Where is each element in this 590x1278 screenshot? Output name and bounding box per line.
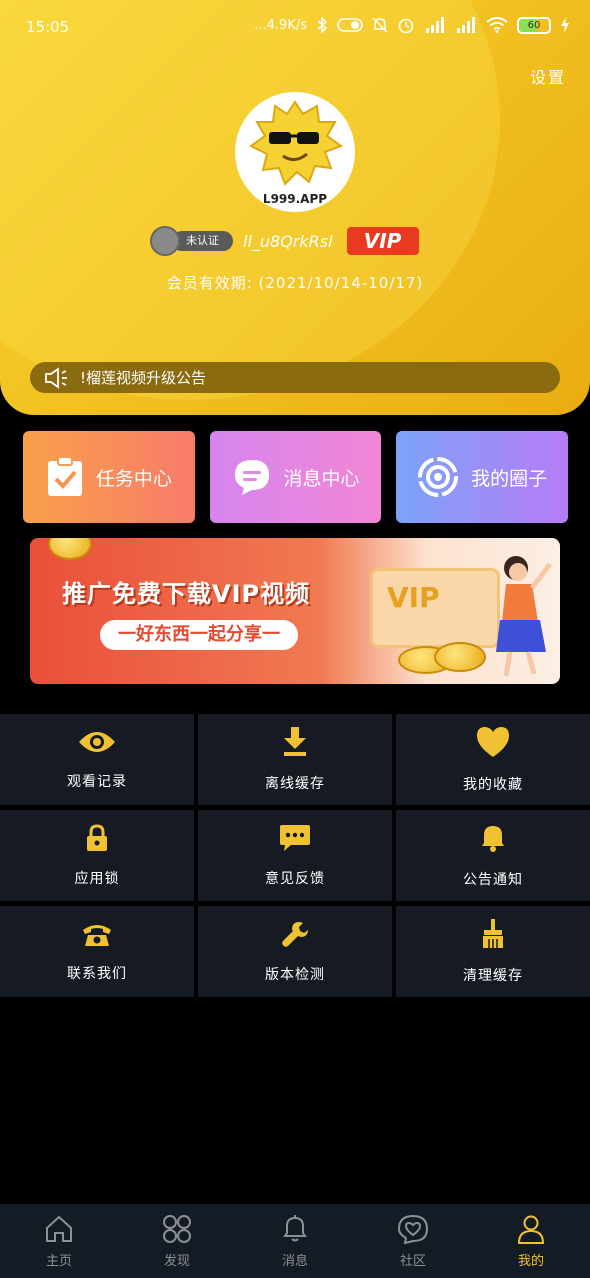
discover-icon (163, 1214, 191, 1243)
wrench-icon (282, 921, 308, 947)
avatar[interactable]: L999.APP (235, 92, 355, 212)
status-bar: 15:05 ...4.9K/s 60 (0, 0, 590, 56)
status-icons: ...4.9K/s 60 (254, 16, 570, 34)
download-icon (284, 726, 306, 756)
promo-banner[interactable]: 推广免费下载VIP视频 一好东西一起分享一 VIP (30, 538, 560, 684)
username: ll_u8QrkRsl (243, 231, 333, 251)
toggle-icon (337, 18, 363, 32)
banner-vip-text: VIP (387, 581, 440, 614)
clipboard-check-icon (47, 456, 82, 496)
watch-history-tile[interactable]: 观看记录 (0, 714, 194, 805)
heart-icon (477, 726, 509, 757)
status-time: 15:05 (26, 18, 70, 36)
message-center-card[interactable]: 消息中心 (209, 431, 382, 523)
my-circle-card[interactable]: 我的圈子 (396, 431, 569, 523)
tab-discover[interactable]: 发现 (118, 1204, 236, 1278)
menu-grid: 观看记录 离线缓存 我的收藏 应用锁 意见反馈 公告通知 联系我们 版本检测 清… (0, 714, 590, 997)
mini-avatar (150, 226, 180, 256)
tab-home-label: 主页 (45, 1253, 72, 1269)
tab-messages-label: 消息 (281, 1253, 308, 1269)
profile-header: 15:05 ...4.9K/s 60 设置 L999.APP 未认证 ll_u8… (0, 0, 590, 415)
feedback-icon (280, 824, 310, 851)
announcement-bar[interactable]: !榴莲视频升级公告 (30, 362, 560, 393)
tab-community-label: 社区 (399, 1253, 426, 1269)
bluetooth-icon (317, 17, 328, 33)
circle-target-icon (418, 457, 459, 497)
bell-icon (482, 825, 504, 852)
coin-decoration (48, 538, 92, 560)
notifications-tile[interactable]: 公告通知 (396, 810, 590, 901)
eye-icon (79, 731, 115, 752)
tab-profile[interactable]: 我的 (472, 1204, 590, 1278)
contact-us-tile[interactable]: 联系我们 (0, 906, 194, 997)
home-icon (46, 1215, 72, 1242)
tab-home[interactable]: 主页 (0, 1204, 118, 1278)
girl-illustration (496, 556, 552, 677)
watch-history-label: 观看记录 (67, 773, 127, 790)
bottom-tab-bar: 主页 发现 消息 社区 我的 (0, 1204, 590, 1278)
version-check-tile[interactable]: 版本检测 (198, 906, 392, 997)
community-icon (397, 1214, 429, 1244)
message-center-label: 消息中心 (283, 467, 360, 490)
my-favorites-tile[interactable]: 我的收藏 (396, 714, 590, 805)
battery-indicator: 60 (517, 16, 551, 34)
announcement-text: !榴莲视频升级公告 (80, 369, 207, 387)
chat-bubble-icon (234, 460, 269, 495)
clear-cache-tile[interactable]: 清理缓存 (396, 906, 590, 997)
my-favorites-label: 我的收藏 (463, 776, 523, 793)
feedback-label: 意见反馈 (265, 870, 325, 887)
tab-messages[interactable]: 消息 (236, 1204, 354, 1278)
network-speed: ...4.9K/s (254, 17, 307, 33)
telephone-icon (83, 924, 111, 946)
bell-icon (283, 1214, 307, 1241)
signal-icon (426, 17, 444, 33)
tab-profile-label: 我的 (517, 1253, 544, 1269)
task-center-label: 任务中心 (95, 467, 172, 490)
avatar-caption: L999.APP (262, 192, 328, 206)
notifications-label: 公告通知 (463, 871, 523, 888)
offline-cache-tile[interactable]: 离线缓存 (198, 714, 392, 805)
alarm-icon (398, 18, 414, 34)
tab-community[interactable]: 社区 (354, 1204, 472, 1278)
profile-page: 15:05 ...4.9K/s 60 设置 L999.APP 未认证 ll_u8… (0, 0, 590, 1278)
banner-title: 推广免费下载VIP视频 (62, 580, 311, 608)
charging-icon (561, 17, 569, 33)
feedback-tile[interactable]: 意见反馈 (198, 810, 392, 901)
contact-us-label: 联系我们 (67, 965, 127, 982)
tab-discover-label: 发现 (163, 1253, 190, 1269)
settings-link[interactable]: 设置 (530, 64, 566, 88)
app-lock-label: 应用锁 (74, 870, 120, 887)
membership-validity: 会员有效期: (2021/10/14-10/17) (166, 274, 424, 292)
my-circle-label: 我的圈子 (471, 467, 548, 490)
broom-icon (483, 918, 503, 948)
user-info-row: 未认证 ll_u8QrkRsl VIP (150, 226, 419, 256)
banner-subtitle: 一好东西一起分享一 (100, 620, 298, 650)
task-center-card[interactable]: 任务中心 (23, 431, 195, 523)
signal-icon (457, 17, 475, 33)
lock-icon (87, 823, 107, 851)
offline-cache-label: 离线缓存 (265, 775, 325, 792)
user-icon (517, 1215, 545, 1244)
clear-cache-label: 清理缓存 (463, 967, 523, 984)
mute-bell-icon (372, 17, 388, 33)
app-lock-tile[interactable]: 应用锁 (0, 810, 194, 901)
speaker-icon (44, 366, 70, 389)
verify-badge[interactable]: 未认证 (172, 231, 233, 251)
wifi-icon (486, 17, 508, 33)
feature-cards: 任务中心 消息中心 我的圈子 (23, 431, 569, 523)
vip-badge[interactable]: VIP (346, 227, 419, 255)
version-check-label: 版本检测 (265, 966, 325, 983)
